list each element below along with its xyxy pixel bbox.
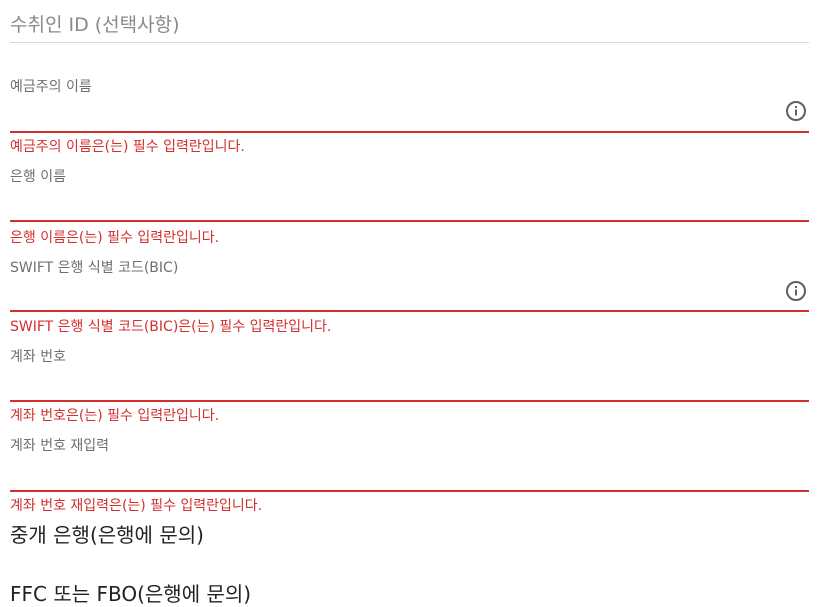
- swift-bic-label: SWIFT 은행 식별 코드(BIC): [10, 260, 179, 276]
- swift-bic-error: SWIFT 은행 식별 코드(BIC)은(는) 필수 입력란입니다.: [10, 319, 332, 335]
- account-number-underline: [10, 400, 809, 402]
- account-number-error: 계좌 번호은(는) 필수 입력란입니다.: [10, 408, 220, 424]
- bank-name-error: 은행 이름은(는) 필수 입력란입니다.: [10, 230, 220, 246]
- account-holder-name-label: 예금주의 이름: [10, 79, 92, 95]
- intermediary-bank-heading: 중개 은행(은행에 문의): [10, 523, 204, 547]
- account-holder-name-underline: [10, 131, 809, 133]
- recipient-id-input[interactable]: 수취인 ID (선택사항): [10, 10, 180, 37]
- account-number-confirm-label: 계좌 번호 재입력: [10, 438, 110, 454]
- bank-name-label: 은행 이름: [10, 169, 66, 185]
- swift-bic-underline: [10, 310, 809, 312]
- info-circle-icon[interactable]: [785, 100, 807, 122]
- ffc-fbo-heading: FFC 또는 FBO(은행에 문의): [10, 582, 252, 606]
- bank-name-underline: [10, 220, 809, 222]
- account-number-confirm-underline: [10, 490, 809, 492]
- swift-bic-input[interactable]: [10, 276, 780, 310]
- account-holder-name-input[interactable]: [10, 96, 780, 130]
- account-number-label: 계좌 번호: [10, 349, 66, 365]
- recipient-id-underline: [10, 42, 809, 43]
- bank-name-input[interactable]: [10, 186, 809, 220]
- info-circle-icon[interactable]: [785, 280, 807, 302]
- account-number-confirm-input[interactable]: [10, 455, 809, 489]
- account-number-confirm-error: 계좌 번호 재입력은(는) 필수 입력란입니다.: [10, 498, 263, 514]
- account-number-input[interactable]: [10, 366, 809, 400]
- account-holder-name-error: 예금주의 이름은(는) 필수 입력란입니다.: [10, 139, 245, 155]
